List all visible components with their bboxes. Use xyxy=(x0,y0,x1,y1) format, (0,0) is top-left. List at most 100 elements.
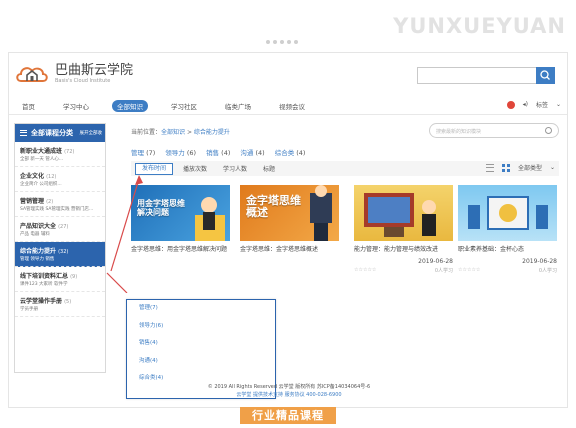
chevron-down-icon[interactable]: ⌄ xyxy=(556,101,561,108)
category-subs[interactable]: SA管理实践 SA管理实践 营销门店... xyxy=(20,207,100,213)
menu-icon xyxy=(20,130,27,136)
thumb-text: 金字塔思维 概述 xyxy=(246,194,301,219)
sidebar-item-marketing[interactable]: 营销管理 (2) SA管理实践 SA管理实践 营销门店... xyxy=(15,192,105,217)
filter-leadership[interactable]: 领导力 (6) xyxy=(165,147,196,157)
nav-user-area: ◂) 标签 ⌄ xyxy=(506,100,561,109)
sidebar-header: 全部课程分类 展开全部收 xyxy=(15,124,105,142)
category-subs[interactable]: 课件123 大家听 软件学 xyxy=(20,282,100,288)
category-subs[interactable]: 全部 新一天 管人心... xyxy=(20,157,100,163)
nav-community[interactable]: 学习社区 xyxy=(166,100,202,112)
dropdown-item-sales[interactable]: 销售(4) xyxy=(139,335,275,353)
category-title: 新职业大通成班 xyxy=(20,148,63,155)
breadcrumb-current[interactable]: 综合能力提升 xyxy=(194,129,230,136)
category-count: (9) xyxy=(70,274,78,280)
sort-title[interactable]: 标题 xyxy=(257,164,281,173)
filter-management[interactable]: 管理 (7) xyxy=(131,147,155,157)
course-date: 2019-06-28 xyxy=(418,258,453,265)
breadcrumb-prefix: 当前位置： xyxy=(131,129,162,136)
course-thumbnail[interactable] xyxy=(458,185,557,241)
dropdown-item-communication[interactable]: 沟通(4) xyxy=(139,353,275,371)
category-title: 企业文化 xyxy=(20,173,45,180)
nav-user-label[interactable]: 标签 xyxy=(536,100,548,109)
sidebar-item-culture[interactable]: 企业文化 (12) 企业简介 公司组织... xyxy=(15,167,105,192)
category-subs[interactable]: 学员手册 xyxy=(20,307,100,313)
top-search-button[interactable] xyxy=(536,67,555,84)
course-title[interactable]: 职业素养基础：金杯心态 xyxy=(458,244,557,253)
course-thumbnail[interactable] xyxy=(354,185,453,241)
logo-title: 巴曲斯云学院 xyxy=(55,63,134,78)
watermark-text: YUNXUEYUAN xyxy=(393,14,566,38)
chevron-down-icon[interactable]: ⌄ xyxy=(550,164,555,171)
search-icon[interactable] xyxy=(545,127,552,134)
caption-banner: 行业精品课程 xyxy=(240,407,336,424)
category-count: (5) xyxy=(64,299,72,305)
tag-filter: 管理 (7) 领导力 (6) 销售 (4) 沟通 (4) 综合类 (4) xyxy=(131,147,305,157)
nav-all-knowledge[interactable]: 全部知识 xyxy=(112,99,148,112)
course-card[interactable]: 能力管理：能力管理与绩效改进 2019-06-28 ☆☆☆☆☆ 0人学习 xyxy=(354,185,453,274)
course-title[interactable]: 能力管理：能力管理与绩效改进 xyxy=(354,244,453,253)
category-count: (72) xyxy=(64,149,75,155)
category-title: 线下培训资料汇总 xyxy=(20,273,69,280)
sort-play-count[interactable]: 播放次数 xyxy=(177,164,213,173)
category-title: 营销管理 xyxy=(20,198,45,205)
category-count: (2) xyxy=(46,199,54,205)
course-card[interactable]: 职业素养基础：金杯心态 2019-06-28 ☆☆☆☆☆ 0人学习 xyxy=(458,185,557,274)
nav-learning-center[interactable]: 学习中心 xyxy=(58,100,94,112)
sidebar-item-ability[interactable]: 综合能力提升 (32) 管理 领导力 销售 xyxy=(15,242,105,267)
filter-sales[interactable]: 销售 (4) xyxy=(206,147,230,157)
category-subs[interactable]: 企业简介 公司组织... xyxy=(20,182,100,188)
footer-links[interactable]: 云学堂 提供技术支持 服务协议 400-028-6900 xyxy=(9,391,567,399)
grid-view-icon[interactable] xyxy=(501,163,510,172)
filter-communication[interactable]: 沟通 (4) xyxy=(240,147,264,157)
dropdown-item-leadership[interactable]: 领导力(6) xyxy=(139,318,275,336)
learner-count: 0人学习 xyxy=(538,268,557,274)
screenshot-frame: 巴曲斯云学院 Basis's Cloud Institute 首页 学习中心 全… xyxy=(8,52,568,408)
category-subs[interactable]: 产品 电器 辅料 xyxy=(20,232,100,238)
sidebar-item-new-employee[interactable]: 新职业大通成班 (72) 全部 新一天 管人心... xyxy=(15,142,105,167)
nav-square[interactable]: 临类广场 xyxy=(220,100,256,112)
carousel-dots xyxy=(266,40,298,44)
sidebar-title: 全部课程分类 xyxy=(31,129,73,137)
breadcrumb: 当前位置：全部知识 > 综合能力提升 xyxy=(131,127,230,136)
course-card[interactable]: 金字塔思维 概述 金字塔思维：金字塔思维概述 xyxy=(240,185,339,253)
speaker-icon[interactable]: ◂) xyxy=(523,101,528,108)
sidebar-item-products[interactable]: 产品知识大全 (27) 产品 电器 辅料 xyxy=(15,217,105,242)
page-footer: © 2019 All Rights Reserved 云学堂 版权所有 苏ICP… xyxy=(9,383,567,399)
category-title: 产品知识大全 xyxy=(20,223,57,230)
dropdown-item-management[interactable]: 管理(7) xyxy=(139,300,275,318)
breadcrumb-sep: > xyxy=(185,129,194,136)
knowledge-search-input[interactable]: 搜索最新的知识模块 xyxy=(429,123,559,138)
category-count: (12) xyxy=(46,174,57,180)
notification-icon[interactable] xyxy=(506,100,515,109)
nav-video-meeting[interactable]: 视频会议 xyxy=(274,100,310,112)
search-placeholder: 搜索最新的知识模块 xyxy=(436,129,482,135)
category-title: 综合能力提升 xyxy=(20,248,57,255)
list-view-icon[interactable] xyxy=(485,163,494,172)
course-title[interactable]: 金字塔思维：金字塔思维概述 xyxy=(240,244,339,253)
view-toggle: 全部类型 ⌄ xyxy=(485,163,555,172)
sidebar-item-manual[interactable]: 云学堂操作手册 (5) 学员手册 xyxy=(15,292,105,317)
category-sidebar: 全部课程分类 展开全部收 新职业大通成班 (72) 全部 新一天 管人心... … xyxy=(14,123,106,373)
course-thumbnail[interactable]: 金字塔思维 概述 xyxy=(240,185,339,241)
rating-stars: ☆☆☆☆☆ xyxy=(354,267,377,273)
cloud-house-icon xyxy=(16,67,48,82)
course-illustration xyxy=(364,193,436,237)
category-subs[interactable]: 管理 领导力 销售 xyxy=(20,257,100,263)
expand-all-toggle[interactable]: 展开全部收 xyxy=(80,130,103,136)
logo-subtitle: Basis's Cloud Institute xyxy=(55,78,111,84)
footer-copyright: © 2019 All Rights Reserved 云学堂 版权所有 苏ICP… xyxy=(207,384,371,390)
category-count: (27) xyxy=(58,224,69,230)
filter-general[interactable]: 综合类 (4) xyxy=(275,147,306,157)
rating-stars: ☆☆☆☆☆ xyxy=(458,267,481,273)
learner-count: 0人学习 xyxy=(434,268,453,274)
callout-arrow xyxy=(106,175,143,293)
top-search-input[interactable] xyxy=(417,67,537,84)
sidebar-item-offline[interactable]: 线下培训资料汇总 (9) 课件123 大家听 软件学 xyxy=(15,267,105,292)
course-illustration xyxy=(468,196,548,230)
search-icon xyxy=(540,70,550,80)
course-type-select[interactable]: 全部类型 xyxy=(518,163,542,172)
site-logo[interactable]: 巴曲斯云学院 Basis's Cloud Institute xyxy=(15,63,133,85)
breadcrumb-link[interactable]: 全部知识 xyxy=(161,129,185,136)
nav-home[interactable]: 首页 xyxy=(17,100,40,112)
sort-learners[interactable]: 学习人数 xyxy=(217,164,253,173)
